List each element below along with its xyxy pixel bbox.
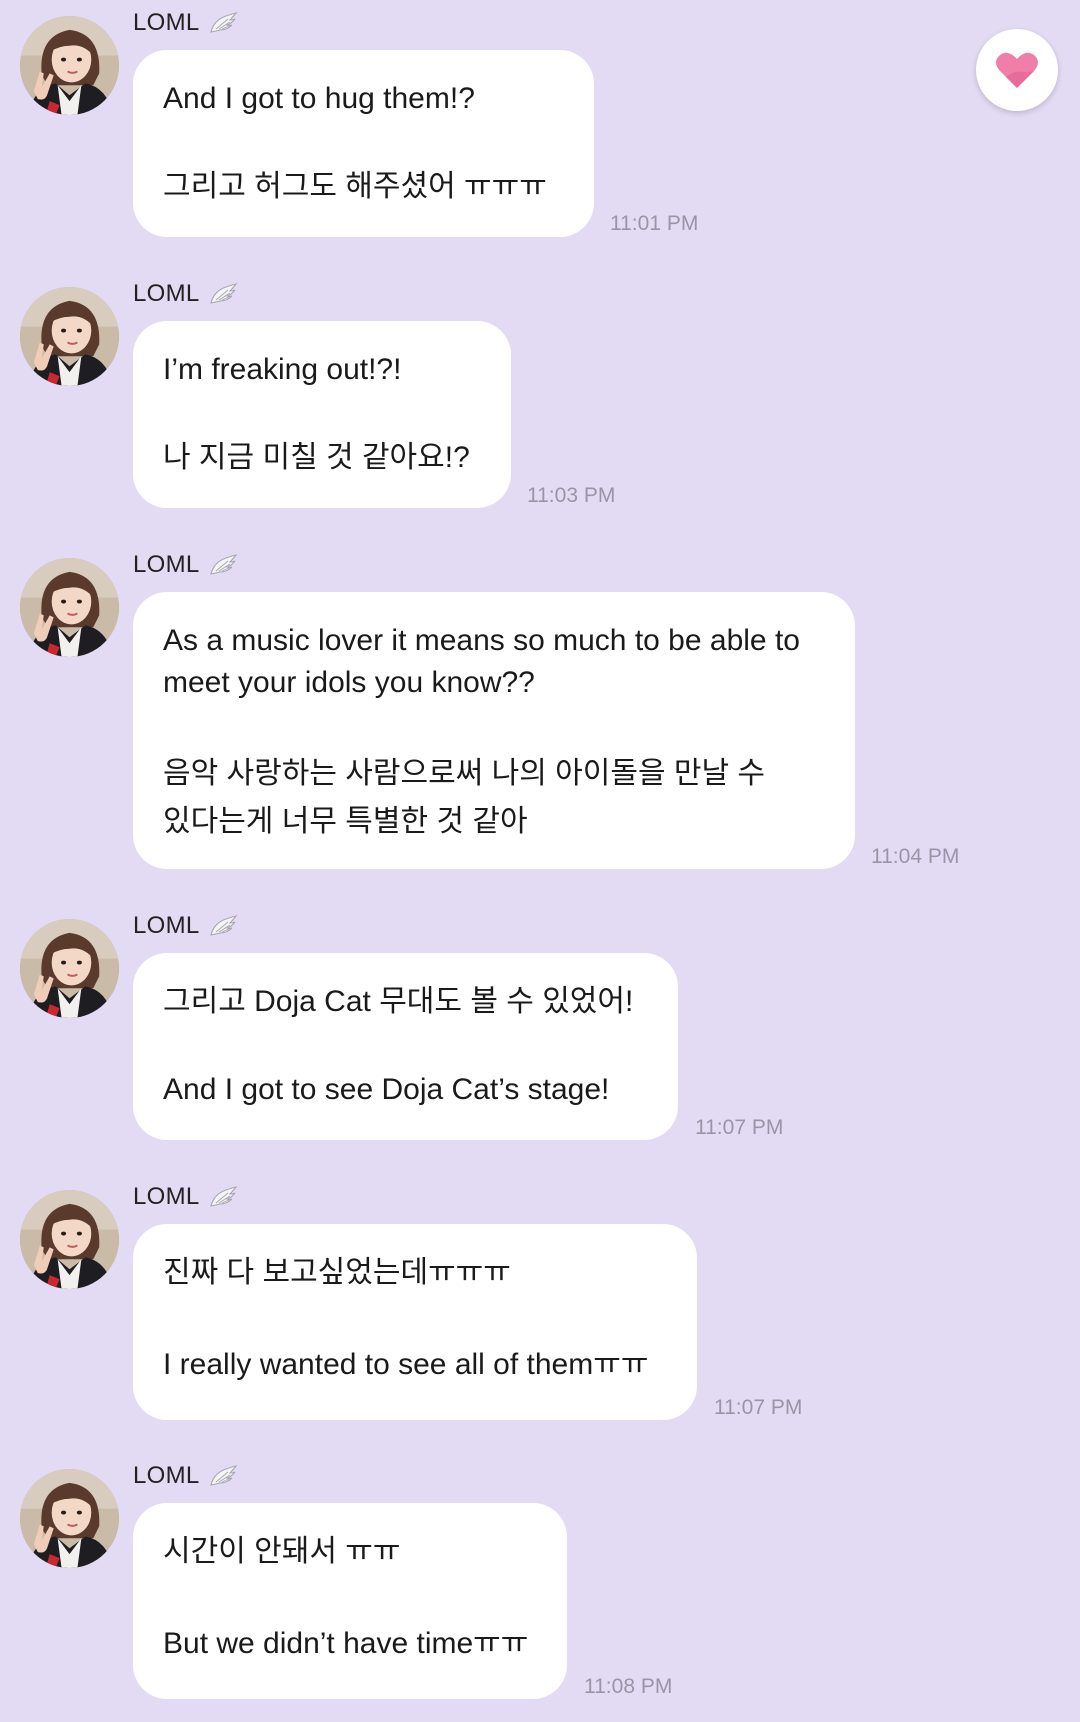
- message-text-korean: 시간이 안돼서 ㅠㅠ: [163, 1535, 401, 1568]
- message-bubble[interactable]: As a music lover it means so much to be …: [133, 592, 855, 869]
- message-row: LOML 시간이 안돼서 ㅠㅠ But we didn’t have timeㅠ…: [0, 1453, 1080, 1722]
- message-row: LOML 그리고 Doja Cat 무대도 볼 수 있었어! And I got…: [0, 903, 1080, 1153]
- message-bubble[interactable]: 진짜 다 보고싶었는데ㅠㅠㅠ I really wanted to see al…: [133, 1224, 697, 1420]
- sender-name: LOML: [133, 9, 200, 36]
- sender-name: LOML: [133, 912, 200, 939]
- message-timestamp: 11:03 PM: [527, 484, 616, 507]
- message-timestamp: 11:01 PM: [610, 212, 699, 235]
- wing-icon: [208, 281, 238, 307]
- avatar[interactable]: [20, 558, 119, 657]
- message-timestamp: 11:07 PM: [714, 1396, 803, 1419]
- message-timestamp: 11:07 PM: [695, 1116, 784, 1139]
- message-bubble[interactable]: 시간이 안돼서 ㅠㅠ But we didn’t have timeㅠㅠ: [133, 1503, 567, 1699]
- wing-icon: [208, 10, 238, 36]
- message-timestamp: 11:04 PM: [871, 845, 960, 868]
- sender-label: LOML: [133, 1180, 238, 1214]
- wing-icon: [208, 1463, 238, 1489]
- sender-name: LOML: [133, 1462, 200, 1489]
- sender-label: LOML: [133, 909, 238, 943]
- message-row: LOML As a music lover it means so much t…: [0, 542, 1080, 872]
- avatar[interactable]: [20, 1469, 119, 1568]
- message-text-english: I really wanted to see all of themㅠㅠ: [163, 1348, 649, 1381]
- avatar[interactable]: [20, 16, 119, 115]
- wing-icon: [208, 913, 238, 939]
- message-text-english: But we didn’t have timeㅠㅠ: [163, 1627, 529, 1660]
- avatar[interactable]: [20, 919, 119, 1018]
- avatar[interactable]: [20, 1190, 119, 1289]
- message-timestamp: 11:08 PM: [584, 1675, 673, 1698]
- message-text-english: And I got to hug them!?: [163, 82, 475, 115]
- message-text-korean: 나 지금 미칠 것 같아요!?: [163, 441, 470, 474]
- message-bubble[interactable]: I’m freaking out!?! 나 지금 미칠 것 같아요!?: [133, 321, 511, 508]
- message-bubble[interactable]: And I got to hug them!? 그리고 허그도 해주셨어 ㅠㅠㅠ: [133, 50, 594, 237]
- sender-name: LOML: [133, 1183, 200, 1210]
- sender-label: LOML: [133, 548, 238, 582]
- sender-label: LOML: [133, 277, 238, 311]
- message-text-korean: 있다는게 너무 특별한 것 같아: [163, 805, 528, 838]
- message-row: LOML And I got to hug them!? 그리고 허그도 해주셨…: [0, 0, 1080, 250]
- sender-label: LOML: [133, 1459, 238, 1493]
- message-row: LOML I’m freaking out!?! 나 지금 미칠 것 같아요!?…: [0, 271, 1080, 521]
- message-text-english: And I got to see Doja Cat’s stage!: [163, 1073, 610, 1106]
- message-text-english: meet your idols you know??: [163, 666, 535, 699]
- message-text-korean: 그리고 허그도 해주셨어 ㅠㅠㅠ: [163, 170, 547, 203]
- message-text-english: I’m freaking out!?!: [163, 353, 402, 386]
- message-text-english: As a music lover it means so much to be …: [163, 624, 800, 657]
- message-text-korean: 음악 사랑하는 사람으로써 나의 아이돌을 만날 수: [163, 757, 766, 790]
- message-row: LOML 진짜 다 보고싶었는데ㅠㅠㅠ I really wanted to s…: [0, 1174, 1080, 1434]
- message-text-korean: 그리고 Doja Cat 무대도 볼 수 있었어!: [163, 985, 634, 1018]
- message-text-korean: 진짜 다 보고싶었는데ㅠㅠㅠ: [163, 1256, 511, 1289]
- wing-icon: [208, 552, 238, 578]
- message-bubble[interactable]: 그리고 Doja Cat 무대도 볼 수 있었어! And I got to s…: [133, 953, 678, 1140]
- avatar[interactable]: [20, 287, 119, 386]
- sender-name: LOML: [133, 551, 200, 578]
- wing-icon: [208, 1184, 238, 1210]
- sender-name: LOML: [133, 280, 200, 307]
- sender-label: LOML: [133, 6, 238, 40]
